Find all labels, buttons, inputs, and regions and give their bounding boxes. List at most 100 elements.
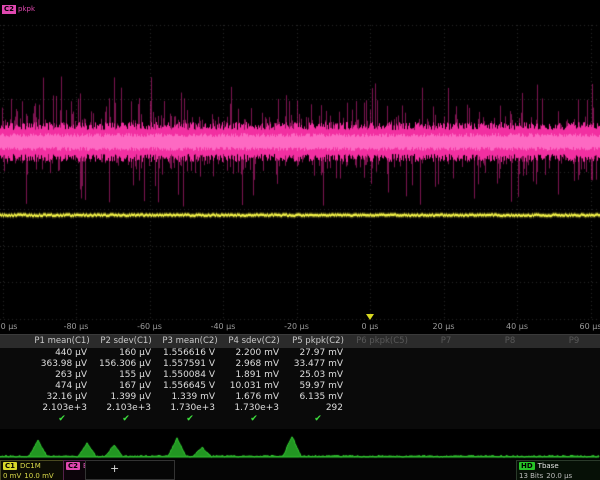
measurement-value [350, 381, 414, 392]
measurement-value: 156.306 µV [94, 359, 158, 370]
measurement-value [414, 359, 478, 370]
measurement-value: 6.135 mV [286, 392, 350, 403]
measurement-value: 1.730e+3 [222, 403, 286, 414]
channel2-badge: C2 [2, 5, 16, 14]
measurement-value [350, 359, 414, 370]
selected-trace-tag: C2 pkpk [2, 5, 35, 14]
measurement-status-check: ✔ [222, 414, 286, 425]
channel2-desc-badge: C2 [66, 462, 80, 470]
measurement-value [414, 403, 478, 414]
measurement-value [414, 381, 478, 392]
measurement-value [350, 370, 414, 381]
time-axis-label: 0 µs [362, 322, 379, 331]
measurement-value: 1.556645 V [158, 381, 222, 392]
measurement-value [478, 392, 542, 403]
measurement-header[interactable]: P3 mean(C2) [158, 335, 222, 348]
measurement-value: 160 µV [94, 348, 158, 359]
measurement-value: 1.557591 V [158, 359, 222, 370]
channel1-scale: 10.0 mV [24, 472, 53, 480]
channel1-descriptor[interactable]: C1 DC1M 0 mV 10.0 mV [0, 460, 66, 480]
measurement-value: 25.03 mV [286, 370, 350, 381]
measurement-header[interactable]: P6 pkpk(C5) [350, 335, 414, 348]
measurement-value: 1.339 mV [158, 392, 222, 403]
measurement-value [478, 403, 542, 414]
measurement-status-check: ✔ [94, 414, 158, 425]
measurement-status-check [350, 414, 414, 425]
measurement-value: 33.477 mV [286, 359, 350, 370]
measurement-value: 2.200 mV [222, 348, 286, 359]
measurement-value [542, 403, 600, 414]
cursor-plus-marker[interactable]: + [110, 463, 119, 475]
measurement-value [478, 370, 542, 381]
waveform-display [0, 0, 600, 324]
measurement-header[interactable]: P5 pkpk(C2) [286, 335, 350, 348]
measurement-value [542, 359, 600, 370]
measurement-value: 32.16 µV [30, 392, 94, 403]
measurement-status-check [414, 414, 478, 425]
measurement-header[interactable]: P7 [414, 335, 478, 348]
measurement-row: 440 µV160 µV1.556616 V2.200 mV27.97 mV [0, 348, 600, 359]
measurement-row: 474 µV167 µV1.556645 V10.031 mV59.97 mV [0, 381, 600, 392]
measurement-value: 474 µV [30, 381, 94, 392]
measurement-header[interactable]: P1 mean(C1) [30, 335, 94, 348]
measurement-value: 1.730e+3 [158, 403, 222, 414]
measurement-value: 292 [286, 403, 350, 414]
measurement-table: P1 mean(C1)P2 sdev(C1)P3 mean(C2)P4 sdev… [0, 334, 600, 429]
measurement-value: 263 µV [30, 370, 94, 381]
measurement-status-check: ✔ [158, 414, 222, 425]
measurement-value [542, 381, 600, 392]
measurement-header[interactable]: P2 sdev(C1) [94, 335, 158, 348]
descriptor-bar: C1 DC1M 0 mV 10.0 mV C2 BwL DC1M + HD Tb… [0, 460, 600, 480]
time-axis-label: 60 µs [580, 322, 600, 331]
cursor-readout-box[interactable]: + [85, 460, 175, 480]
timebase-scale: 20.0 µs [546, 472, 572, 480]
time-axis-label: -100 µs [0, 322, 17, 331]
measurement-value [350, 392, 414, 403]
measurement-value: 167 µV [94, 381, 158, 392]
measurement-row: 263 µV155 µV1.550084 V1.891 mV25.03 mV [0, 370, 600, 381]
measurement-value: 1.556616 V [158, 348, 222, 359]
measurement-header[interactable]: P9 [542, 335, 600, 348]
channel1-offset: 0 mV [3, 472, 21, 480]
time-axis-label: -40 µs [211, 322, 236, 331]
time-axis-label: -80 µs [64, 322, 89, 331]
measurement-value: 2.103e+3 [30, 403, 94, 414]
measurement-value: 363.98 µV [30, 359, 94, 370]
measurement-value [478, 381, 542, 392]
timebase-label: Tbase [538, 462, 559, 470]
measurement-row: 363.98 µV156.306 µV1.557591 V2.968 mV33.… [0, 359, 600, 370]
measurement-value [542, 348, 600, 359]
measurement-status-check [542, 414, 600, 425]
timebase-descriptor[interactable]: HD Tbase 13 Bits 20.0 µs [516, 460, 600, 480]
oscilloscope-screen: C2 pkpk -100 µs -80 µs -60 µs -40 µs -20 µs 0… [0, 0, 600, 480]
channel2-tag-label: pkpk [18, 5, 35, 14]
measurement-status-row: ✔✔✔✔✔ [0, 414, 600, 425]
measurement-value [478, 359, 542, 370]
timebase-resolution: 13 Bits [519, 472, 543, 480]
measurement-status-check: ✔ [286, 414, 350, 425]
measurement-header[interactable]: P8 [478, 335, 542, 348]
measurement-value [414, 370, 478, 381]
time-axis-label: 40 µs [506, 322, 528, 331]
measurement-value: 155 µV [94, 370, 158, 381]
measurement-value [414, 348, 478, 359]
measurement-value: 27.97 mV [286, 348, 350, 359]
trigger-time-marker[interactable] [366, 314, 374, 320]
channel1-coupling: DC1M [20, 462, 41, 470]
trend-display [0, 430, 600, 460]
measurement-value: 10.031 mV [222, 381, 286, 392]
time-axis-label: -20 µs [284, 322, 309, 331]
time-axis-label: 20 µs [433, 322, 455, 331]
measurement-row: 2.103e+32.103e+31.730e+31.730e+3292 [0, 403, 600, 414]
measurement-value [350, 348, 414, 359]
measurement-row: 32.16 µV1.399 µV1.339 mV1.676 mV6.135 mV [0, 392, 600, 403]
measurement-header[interactable]: P4 sdev(C2) [222, 335, 286, 348]
channel1-badge: C1 [3, 462, 17, 470]
measurement-value [542, 370, 600, 381]
time-axis-label: -60 µs [137, 322, 162, 331]
measurement-value: 2.103e+3 [94, 403, 158, 414]
hd-mode-badge[interactable]: HD [519, 462, 535, 470]
measurement-rows: 440 µV160 µV1.556616 V2.200 mV27.97 mV36… [0, 348, 600, 414]
measurement-value: 1.399 µV [94, 392, 158, 403]
measurement-value: 440 µV [30, 348, 94, 359]
